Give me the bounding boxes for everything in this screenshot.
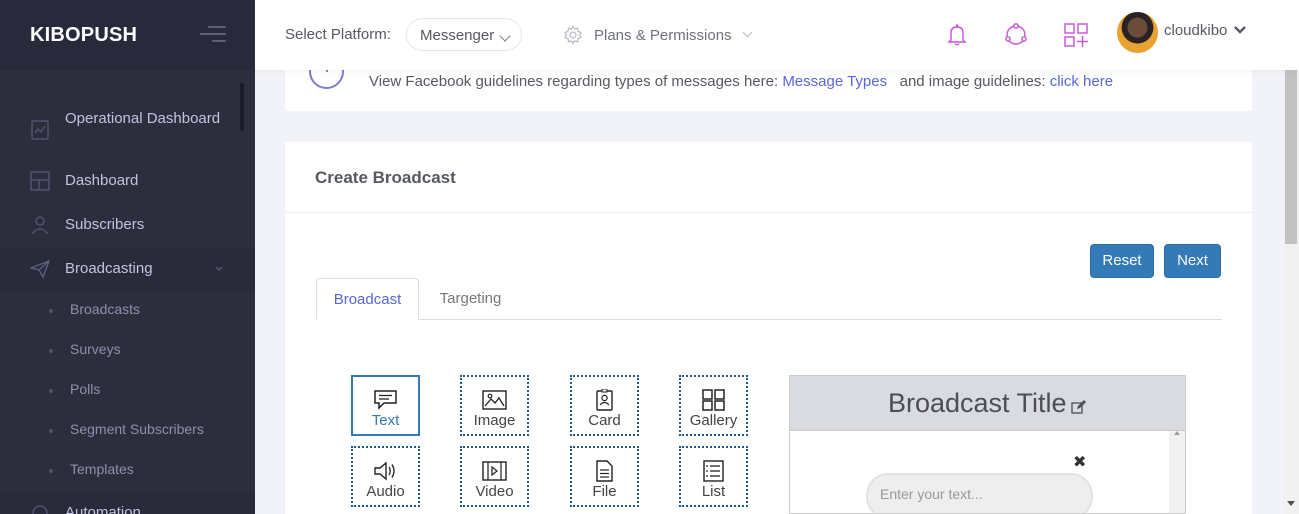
add-apps-icon[interactable] [1063,22,1089,48]
chevron-down-icon [499,30,511,42]
gear-icon [564,25,582,45]
bullet-icon [49,429,53,433]
platform-select[interactable]: Messenger [406,18,522,51]
grid-icon [702,389,725,411]
message-text-input[interactable]: Enter your text... [866,473,1093,513]
sidebar-item-broadcasting[interactable]: Broadcasting [0,247,255,291]
list-component-button[interactable]: List [679,446,748,507]
share-icon[interactable] [1003,22,1029,48]
bell-icon[interactable] [944,22,970,48]
component-label: List [701,483,726,500]
create-broadcast-card: Create Broadcast Reset Next Broadcast Ta… [285,142,1252,514]
card-component-button[interactable]: Card [570,375,639,436]
sidebar-item-label: Broadcasting [65,260,153,277]
brand-bar: KIBOPUSH [0,0,255,70]
sidebar-item-dashboard[interactable]: Dashboard [0,170,255,192]
component-label: Gallery [689,412,738,429]
text-component-button[interactable]: Text [351,375,420,436]
avatar[interactable] [1117,12,1158,53]
image-guidelines-link[interactable]: click here [1050,73,1113,90]
chevron-down-icon [215,266,223,271]
platform-select-value: Messenger [420,27,495,44]
film-icon [482,461,507,481]
tab-broadcast[interactable]: Broadcast [316,278,419,320]
sidebar: KIBOPUSH Operational Dashboard Dashboard [0,0,255,514]
dashboard-icon [30,171,50,191]
sidebar-subitem-templates[interactable]: Templates [0,455,255,485]
preview-scrollbar[interactable] [1169,431,1185,513]
chevron-down-icon [742,27,753,37]
page-title: Create Broadcast [315,168,456,187]
sidebar-item-label: Operational Dashboard [65,110,221,127]
brand-logo[interactable]: KIBOPUSH [30,24,137,47]
operational-dashboard-icon [31,120,49,140]
sidebar-item-label: Automation [65,504,141,514]
component-label: File [592,483,617,500]
preview-header: Broadcast Title [790,376,1185,431]
sidebar-item-subscribers[interactable]: Subscribers [0,214,255,236]
id-card-icon [596,389,613,411]
component-label: Card [588,412,621,429]
chevron-down-icon[interactable] [1233,23,1247,37]
file-icon [596,460,613,482]
component-label: Image [473,412,516,429]
sidebar-subitem-broadcasts[interactable]: Broadcasts [0,295,255,325]
component-label: Video [475,483,514,500]
sidebar-item-operational-dashboard[interactable]: Operational Dashboard [0,110,255,152]
scroll-down-icon[interactable] [1287,501,1295,506]
list-icon [703,460,724,482]
chat-icon [374,390,397,410]
guidelines-text: View Facebook guidelines regarding types… [369,73,1113,90]
bullet-icon [49,349,53,353]
sidebar-toggle-icon[interactable] [198,26,226,46]
speaker-icon [374,461,395,481]
sidebar-subitem-label: Templates [70,461,134,477]
next-button[interactable]: Next [1164,244,1221,278]
page-scrollbar[interactable] [1283,40,1299,514]
sidebar-item-label: Subscribers [65,216,145,233]
scroll-up-icon[interactable] [1174,431,1180,435]
close-icon[interactable]: ✖ [1073,452,1086,472]
sidebar-subitem-segment-subscribers[interactable]: Segment Subscribers [0,415,255,445]
message-text-placeholder: Enter your text... [880,486,983,502]
sidebar-subitem-surveys[interactable]: Surveys [0,335,255,365]
image-icon [482,390,507,410]
sidebar-item-label: Dashboard [65,172,139,189]
component-label: Audio [366,483,405,500]
sidebar-subitem-label: Surveys [70,341,121,357]
guidelines-text-middle: and image guidelines: [899,73,1046,90]
tab-targeting[interactable]: Targeting [424,278,517,320]
plans-permissions-label: Plans & Permissions [594,26,732,44]
audio-component-button[interactable]: Audio [351,446,420,507]
sidebar-subitem-label: Broadcasts [70,301,141,317]
automation-icon [32,505,48,514]
guidelines-text-before: View Facebook guidelines regarding types… [369,73,779,90]
bullet-icon [49,309,53,313]
file-component-button[interactable]: File [570,446,639,507]
bullet-icon [49,389,53,393]
subscribers-icon [31,216,49,235]
image-component-button[interactable]: Image [460,375,529,436]
plans-permissions-menu[interactable]: Plans & Permissions [563,24,753,46]
broadcast-title[interactable]: Broadcast Title [888,388,1067,418]
sidebar-item-automation[interactable]: Automation [0,493,255,514]
top-header: Select Platform: Messenger Plans & Permi… [255,0,1299,70]
video-component-button[interactable]: Video [460,446,529,507]
platform-label: Select Platform: [285,26,391,43]
sidebar-subitem-polls[interactable]: Polls [0,375,255,405]
user-name[interactable]: cloudkibo [1164,22,1227,39]
component-label: Text [371,412,400,429]
sidebar-subitem-label: Segment Subscribers [70,421,204,437]
bullet-icon [49,469,53,473]
sidebar-subitem-label: Polls [70,381,101,397]
gallery-component-button[interactable]: Gallery [679,375,748,436]
edit-icon[interactable] [1071,399,1087,415]
divider [285,212,1252,213]
message-types-link[interactable]: Message Types [782,73,887,90]
paper-plane-icon [30,259,50,279]
reset-button[interactable]: Reset [1090,244,1154,278]
scrollbar-thumb[interactable] [1285,42,1297,244]
broadcast-preview: Broadcast Title ✖ Enter your text... [789,375,1186,514]
